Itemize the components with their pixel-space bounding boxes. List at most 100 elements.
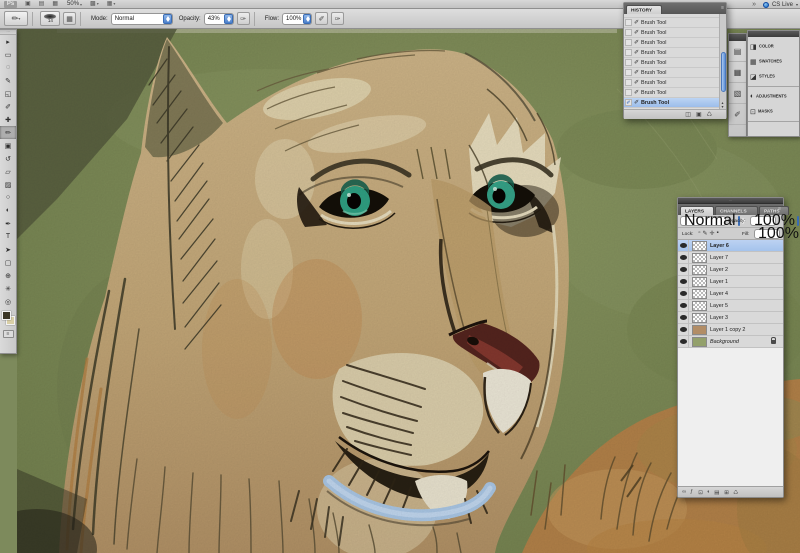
layer-name[interactable]: Background	[710, 339, 739, 344]
quick-mask-button[interactable]: ≡	[2, 330, 14, 338]
layer-visibility-toggle[interactable]	[678, 323, 689, 336]
brush-tool[interactable]: ✏	[0, 126, 16, 139]
layer-row[interactable]: Layer 1 copy 2	[678, 323, 783, 336]
history-state[interactable]: ✐ Brush Tool	[624, 88, 726, 98]
layer-visibility-toggle[interactable]	[678, 287, 689, 300]
history-scrollbar[interactable]: ▴ ▾	[719, 14, 726, 109]
panel-overflow-chevrons[interactable]: »	[752, 1, 756, 8]
history-state[interactable]: ✐ Brush Tool	[624, 28, 726, 38]
layer-row[interactable]: Background	[678, 335, 783, 348]
layer-blend-mode-select[interactable]: Normal	[680, 212, 745, 229]
layer-style-icon[interactable]: ƒ	[690, 489, 693, 494]
layer-fill-field[interactable]: 100%	[754, 225, 799, 242]
layer-name[interactable]: Layer 2	[710, 267, 728, 272]
history-panel-header[interactable]: HISTORY ≡	[624, 3, 726, 14]
history-source-well[interactable]	[625, 29, 632, 36]
add-layer-mask-icon[interactable]: ⊡	[698, 489, 703, 495]
link-layers-icon[interactable]: ∞	[682, 489, 686, 494]
scrollbar-arrows[interactable]: ▴ ▾	[719, 101, 726, 109]
zoom-level-select[interactable]: 50% ▾	[67, 1, 82, 7]
current-tool-button[interactable]: ✏ ▾	[4, 11, 28, 26]
lock-transparency-icon[interactable]: ▫	[698, 230, 700, 237]
zoom-tool[interactable]: ◎	[0, 295, 16, 308]
tab-history[interactable]: HISTORY	[626, 5, 663, 14]
layer-visibility-toggle[interactable]	[678, 263, 689, 276]
clone-stamp-tool[interactable]: ▣	[0, 139, 16, 152]
hand-tool[interactable]: ✳	[0, 282, 16, 295]
eraser-tool[interactable]: ▱	[0, 165, 16, 178]
launch-bridge-icon[interactable]: ▣	[25, 1, 31, 8]
layer-visibility-toggle[interactable]	[678, 239, 689, 252]
lock-image-icon[interactable]: ✎	[702, 230, 707, 237]
zoom-tool-icon[interactable]: ▦	[52, 1, 58, 8]
history-source-well[interactable]: ✐	[625, 99, 632, 106]
gradient-tool[interactable]: ▨	[0, 178, 16, 191]
rectangle-shape-tool[interactable]: ▢	[0, 256, 16, 269]
layer-name[interactable]: Layer 7	[710, 255, 728, 260]
eyedropper-tool[interactable]: ✐	[0, 100, 16, 113]
layer-visibility-toggle[interactable]	[678, 299, 689, 312]
new-layer-icon[interactable]: ⊞	[724, 489, 729, 495]
delete-state-icon[interactable]: ♺	[707, 111, 712, 119]
horizontal-type-tool[interactable]: T	[0, 230, 16, 243]
history-state[interactable]: ✐ Brush Tool	[624, 18, 726, 28]
rectangular-marquee-tool[interactable]: ▭	[0, 48, 16, 61]
toggle-brush-panel-button[interactable]: ▦	[63, 12, 76, 25]
flow-field[interactable]: 100%	[282, 12, 313, 25]
blend-mode-select[interactable]: Normal	[110, 12, 173, 25]
layer-thumbnail[interactable]	[692, 252, 707, 263]
pen-tool[interactable]: ✒	[0, 217, 16, 230]
layer-thumbnail[interactable]	[692, 240, 707, 251]
layer-row[interactable]: Layer 4	[678, 287, 783, 300]
history-source-well[interactable]	[625, 89, 632, 96]
layer-name[interactable]: Layer 5	[710, 303, 728, 308]
opacity-field[interactable]: 43%	[203, 12, 234, 25]
new-document-from-state-icon[interactable]: ◫	[685, 111, 691, 119]
history-state[interactable]: ✐ Brush Tool	[624, 58, 726, 68]
history-state[interactable]: ✐ Brush Tool	[624, 38, 726, 48]
tablet-pressure-size-button[interactable]: ✑	[331, 12, 345, 25]
new-group-icon[interactable]: ▤	[715, 489, 720, 495]
dock-header[interactable]	[729, 34, 746, 41]
view-extras-icon[interactable]: ▤	[39, 1, 45, 8]
history-state[interactable]: ✐ Brush Tool	[624, 68, 726, 78]
history-state[interactable]: ✐ Brush Tool	[624, 78, 726, 88]
lock-all-icon[interactable]: ▪	[717, 230, 719, 237]
history-state[interactable]: ✐ Brush Tool	[624, 48, 726, 58]
blur-tool[interactable]: ○	[0, 191, 16, 204]
layer-thumbnail[interactable]	[692, 324, 707, 335]
scrollbar-thumb[interactable]	[721, 52, 726, 92]
new-adjustment-layer-icon[interactable]: ◐	[707, 489, 710, 494]
layer-thumbnail[interactable]	[692, 312, 707, 323]
history-source-well[interactable]	[625, 49, 632, 56]
history-source-well[interactable]	[625, 69, 632, 76]
layer-row[interactable]: Layer 1	[678, 275, 783, 288]
color-panel-button[interactable]: ◨ COLOR	[748, 39, 799, 54]
masks-panel-button[interactable]: ⊡ MASKS	[748, 104, 799, 119]
quick-selection-tool[interactable]: ✎	[0, 74, 16, 87]
layer-visibility-toggle[interactable]	[678, 275, 689, 288]
history-source-well[interactable]	[625, 59, 632, 66]
foreground-color-swatch[interactable]	[2, 311, 11, 320]
layer-name[interactable]: Layer 3	[710, 315, 728, 320]
stepper-icon[interactable]	[303, 13, 312, 24]
screen-mode-icon[interactable]: ▩▾	[90, 0, 99, 8]
layer-name[interactable]: Layer 1 copy 2	[710, 327, 745, 332]
cs-live-button[interactable]: CS Live	[772, 2, 793, 8]
layer-thumbnail[interactable]	[692, 300, 707, 311]
path-selection-tool[interactable]: ➤	[0, 243, 16, 256]
collapsed-panel-icon-2[interactable]: ▦	[729, 62, 746, 83]
history-state[interactable]: ✐ ✐ Brush Tool	[624, 98, 726, 108]
styles-panel-button[interactable]: ◪ STYLES	[748, 69, 799, 84]
spot-healing-brush-tool[interactable]: ✚	[0, 113, 16, 126]
collapsed-panel-icon-1[interactable]: ▤	[729, 41, 746, 62]
layer-name[interactable]: Layer 1	[710, 279, 728, 284]
tablet-pressure-opacity-button[interactable]: ✑	[236, 12, 250, 25]
history-source-well[interactable]	[625, 39, 632, 46]
history-brush-tool[interactable]: ↺	[0, 152, 16, 165]
layer-name[interactable]: Layer 4	[710, 291, 728, 296]
arrange-documents-icon[interactable]: ▦▾	[107, 0, 116, 8]
layer-row[interactable]: Layer 5	[678, 299, 783, 312]
collapsed-panel-icon-3[interactable]: ▧	[729, 83, 746, 104]
history-source-well[interactable]	[625, 19, 632, 26]
